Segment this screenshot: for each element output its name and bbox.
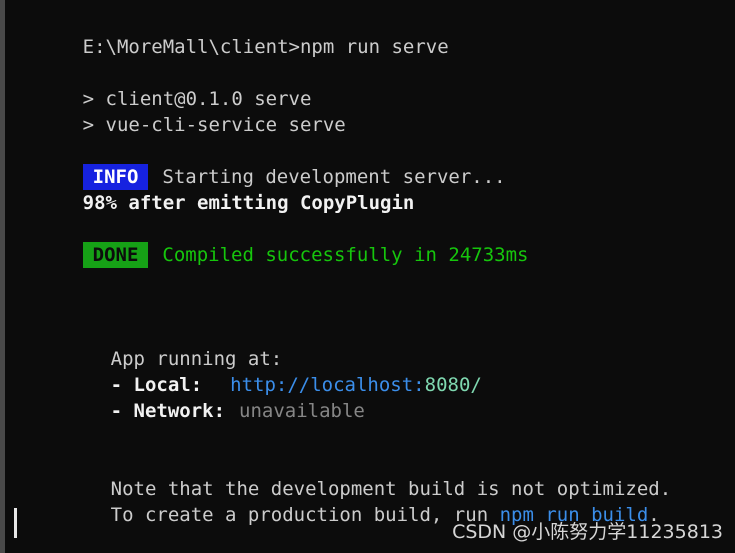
npm-command-text: > vue-cli-service serve xyxy=(82,114,346,136)
info-message-text: Starting development server... xyxy=(162,166,506,188)
info-status-line: INFO Starting development server... xyxy=(14,138,729,190)
info-badge: INFO xyxy=(82,164,149,190)
prompt-command-text: E:\MoreMall\client>npm run serve xyxy=(82,36,449,58)
local-url-port[interactable]: 8080/ xyxy=(425,374,482,396)
terminal-window[interactable]: E:\MoreMall\client>npm run serve > clien… xyxy=(0,0,735,553)
note-text: Note that the development build is not o… xyxy=(110,478,672,500)
done-message-text: Compiled successfully in 24733ms xyxy=(162,244,529,266)
production-prefix-text: To create a production build, run xyxy=(110,504,500,526)
build-progress-text: 98% after emitting CopyPlugin xyxy=(82,192,415,214)
npm-script-text: > client@0.1.0 serve xyxy=(82,88,312,110)
app-running-heading-line: App running at: xyxy=(14,320,729,370)
window-left-gutter xyxy=(0,0,5,553)
local-url-link[interactable]: http://localhost: xyxy=(230,374,424,396)
csdn-watermark: CSDN @小陈努力学11235813 xyxy=(452,521,723,543)
text-cursor-caret xyxy=(14,508,17,538)
done-status-line: DONE Compiled successfully in 24733ms xyxy=(14,216,729,268)
npm-script-line: > client@0.1.0 serve xyxy=(14,60,729,110)
note-line: Note that the development build is not o… xyxy=(14,450,729,500)
done-badge: DONE xyxy=(82,242,149,268)
network-label: - Network: xyxy=(110,400,226,422)
command-prompt-line: E:\MoreMall\client>npm run serve xyxy=(14,8,729,58)
console-output: E:\MoreMall\client>npm run serve > clien… xyxy=(14,8,729,526)
app-running-label: App running at: xyxy=(110,348,283,370)
network-value: unavailable xyxy=(239,400,365,422)
local-label: - Local: xyxy=(110,374,203,396)
